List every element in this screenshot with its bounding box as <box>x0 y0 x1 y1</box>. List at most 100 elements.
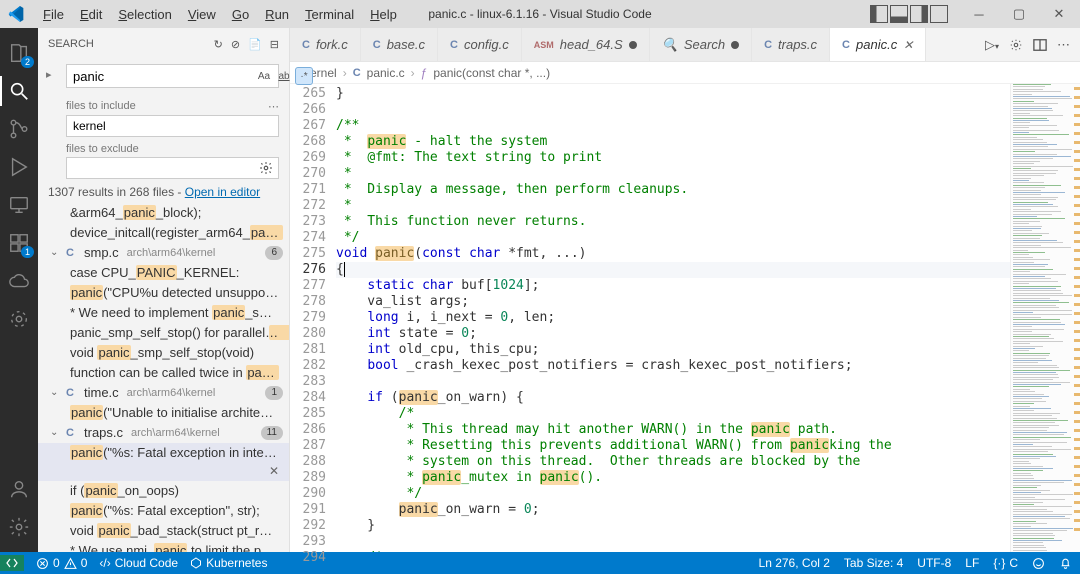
tab-panic-c[interactable]: Cpanic.c✕ <box>830 28 926 61</box>
activity-extensions[interactable]: 1 <box>0 224 38 262</box>
tab-label: Search <box>684 37 725 52</box>
search-results[interactable]: &arm64_panic_block);device_initcall(regi… <box>38 203 289 552</box>
tab-fork-c[interactable]: Cfork.c <box>290 28 361 61</box>
menu-run[interactable]: Run <box>258 5 296 24</box>
use-exclude-settings-icon[interactable] <box>257 159 275 177</box>
result-match[interactable]: void panic_smp_self_stop(void) <box>38 343 289 363</box>
explorer-badge: 2 <box>21 56 34 68</box>
sidebar-title: SEARCH <box>48 38 94 50</box>
breadcrumb-file[interactable]: panic.c <box>367 66 405 80</box>
activity-remote[interactable] <box>0 186 38 224</box>
activity-account[interactable] <box>0 470 38 508</box>
extensions-badge: 1 <box>21 246 34 258</box>
menu-edit[interactable]: Edit <box>73 5 109 24</box>
search-input[interactable] <box>67 69 255 84</box>
minimize-button[interactable]: ─ <box>962 2 996 26</box>
new-file-icon[interactable]: 📄 <box>248 38 262 51</box>
open-in-editor-link[interactable]: Open in editor <box>185 185 260 199</box>
filter-more-icon[interactable]: ⋯ <box>268 100 279 113</box>
toggle-replace-icon[interactable]: ▸ <box>46 68 52 81</box>
editor-group: Cfork.cCbase.cCconfig.cASMhead_64.S🔍Sear… <box>290 28 1080 552</box>
exclude-input[interactable] <box>66 157 279 179</box>
close-tab-icon[interactable]: ✕ <box>903 38 913 52</box>
match-case-icon[interactable]: Aa <box>255 67 273 85</box>
tab-size[interactable]: Tab Size: 4 <box>844 556 903 570</box>
tab-traps-c[interactable]: Ctraps.c <box>752 28 830 61</box>
c-file-icon: C <box>66 424 80 442</box>
tab-base-c[interactable]: Cbase.c <box>361 28 438 61</box>
result-match[interactable]: panic("CPU%u detected unsupported conf… <box>38 283 289 303</box>
menu-help[interactable]: Help <box>363 5 404 24</box>
result-file[interactable]: ⌄Ctraps.carch\arm64\kernel11 <box>38 423 289 443</box>
activity-explorer[interactable]: 2 <box>0 34 38 72</box>
maximize-button[interactable]: ▢ <box>1002 2 1036 26</box>
menu-bar: FileEditSelectionViewGoRunTerminalHelp <box>36 5 404 24</box>
tab-search[interactable]: 🔍Search <box>650 28 752 61</box>
tab-bar: Cfork.cCbase.cCconfig.cASMhead_64.S🔍Sear… <box>290 28 1080 62</box>
dirty-indicator <box>731 41 739 49</box>
collapse-icon[interactable]: ⊟ <box>270 38 279 51</box>
result-match[interactable]: panic("%s: Fatal exception in interru…✕ <box>38 443 289 481</box>
activity-scm[interactable] <box>0 110 38 148</box>
menu-selection[interactable]: Selection <box>111 5 178 24</box>
more-icon[interactable]: ⋯ <box>1057 37 1070 53</box>
notifications-icon[interactable] <box>1059 557 1072 570</box>
result-match[interactable]: function can be called twice in panic pa… <box>38 363 289 383</box>
menu-go[interactable]: Go <box>225 5 256 24</box>
close-window-button[interactable]: ✕ <box>1042 2 1076 26</box>
result-file[interactable]: ⌄Csmp.carch\arm64\kernel6 <box>38 243 289 263</box>
chevron-down-icon: ⌄ <box>50 244 62 262</box>
refresh-icon[interactable]: ↻ <box>214 38 223 51</box>
c-file-icon: C <box>373 39 381 51</box>
language-mode[interactable]: {·} C <box>993 556 1018 570</box>
tab-config-c[interactable]: Cconfig.c <box>438 28 522 61</box>
eol[interactable]: LF <box>965 556 979 570</box>
result-match[interactable]: * We need to implement panic_smp_self_s… <box>38 303 289 323</box>
function-icon: ƒ <box>421 66 428 80</box>
result-match[interactable]: case CPU_PANIC_KERNEL: <box>38 263 289 283</box>
menu-terminal[interactable]: Terminal <box>298 5 361 24</box>
activity-debug[interactable] <box>0 148 38 186</box>
remote-indicator[interactable] <box>0 555 24 571</box>
minimap[interactable] <box>1010 84 1080 552</box>
feedback-icon[interactable] <box>1032 557 1045 570</box>
tab-head_64-s[interactable]: ASMhead_64.S <box>522 28 650 61</box>
breadcrumb-symbol[interactable]: panic(const char *, ...) <box>433 66 550 80</box>
activity-search[interactable] <box>0 72 38 110</box>
cursor-position[interactable]: Ln 276, Col 2 <box>759 556 830 570</box>
activity-cloud[interactable] <box>0 262 38 300</box>
clear-icon[interactable]: ⊘ <box>231 38 240 51</box>
match-count-badge: 6 <box>265 246 283 260</box>
problems-indicator[interactable]: 0 0 <box>36 556 87 570</box>
regex-icon[interactable]: ·* <box>295 67 313 85</box>
dismiss-icon[interactable]: ✕ <box>269 462 279 480</box>
match-count-badge: 11 <box>261 426 283 440</box>
editor-layout-icon[interactable] <box>1033 38 1047 52</box>
activity-kubernetes[interactable] <box>0 300 38 338</box>
asm-file-icon: ASM <box>534 40 554 50</box>
kubernetes-status[interactable]: Kubernetes <box>190 556 267 570</box>
result-match[interactable]: if (panic_on_oops) <box>38 481 289 501</box>
activity-settings[interactable] <box>0 508 38 546</box>
result-match[interactable]: void panic_bad_stack(struct pt_regs *reg… <box>38 521 289 541</box>
result-match[interactable]: * We use nmi_panic to limit the potentia… <box>38 541 289 552</box>
c-file-icon: C <box>450 39 458 51</box>
layout-controls[interactable] <box>870 5 948 23</box>
breadcrumb[interactable]: kernel › C panic.c › ƒ panic(const char … <box>290 62 1080 84</box>
result-match[interactable]: panic_smp_self_stop() for parallel panic… <box>38 323 289 343</box>
whole-word-icon[interactable]: ab <box>275 67 293 85</box>
run-icon[interactable]: ▷▾ <box>985 37 999 53</box>
result-match[interactable]: device_initcall(register_arm64_panic_blo… <box>38 223 289 243</box>
include-input[interactable] <box>66 115 279 137</box>
result-match[interactable]: panic("Unable to initialise architected … <box>38 403 289 423</box>
split-editor-icon[interactable] <box>1009 38 1023 52</box>
menu-file[interactable]: File <box>36 5 71 24</box>
encoding[interactable]: UTF-8 <box>917 556 951 570</box>
result-file[interactable]: ⌄Ctime.carch\arm64\kernel1 <box>38 383 289 403</box>
chevron-down-icon: ⌄ <box>50 384 62 402</box>
cloud-code-status[interactable]: ‹/› Cloud Code <box>99 556 178 570</box>
menu-view[interactable]: View <box>181 5 223 24</box>
result-match[interactable]: &arm64_panic_block); <box>38 203 289 223</box>
code-editor[interactable]: } /** * panic - halt the system * @fmt: … <box>336 84 1010 552</box>
result-match[interactable]: panic("%s: Fatal exception", str); <box>38 501 289 521</box>
